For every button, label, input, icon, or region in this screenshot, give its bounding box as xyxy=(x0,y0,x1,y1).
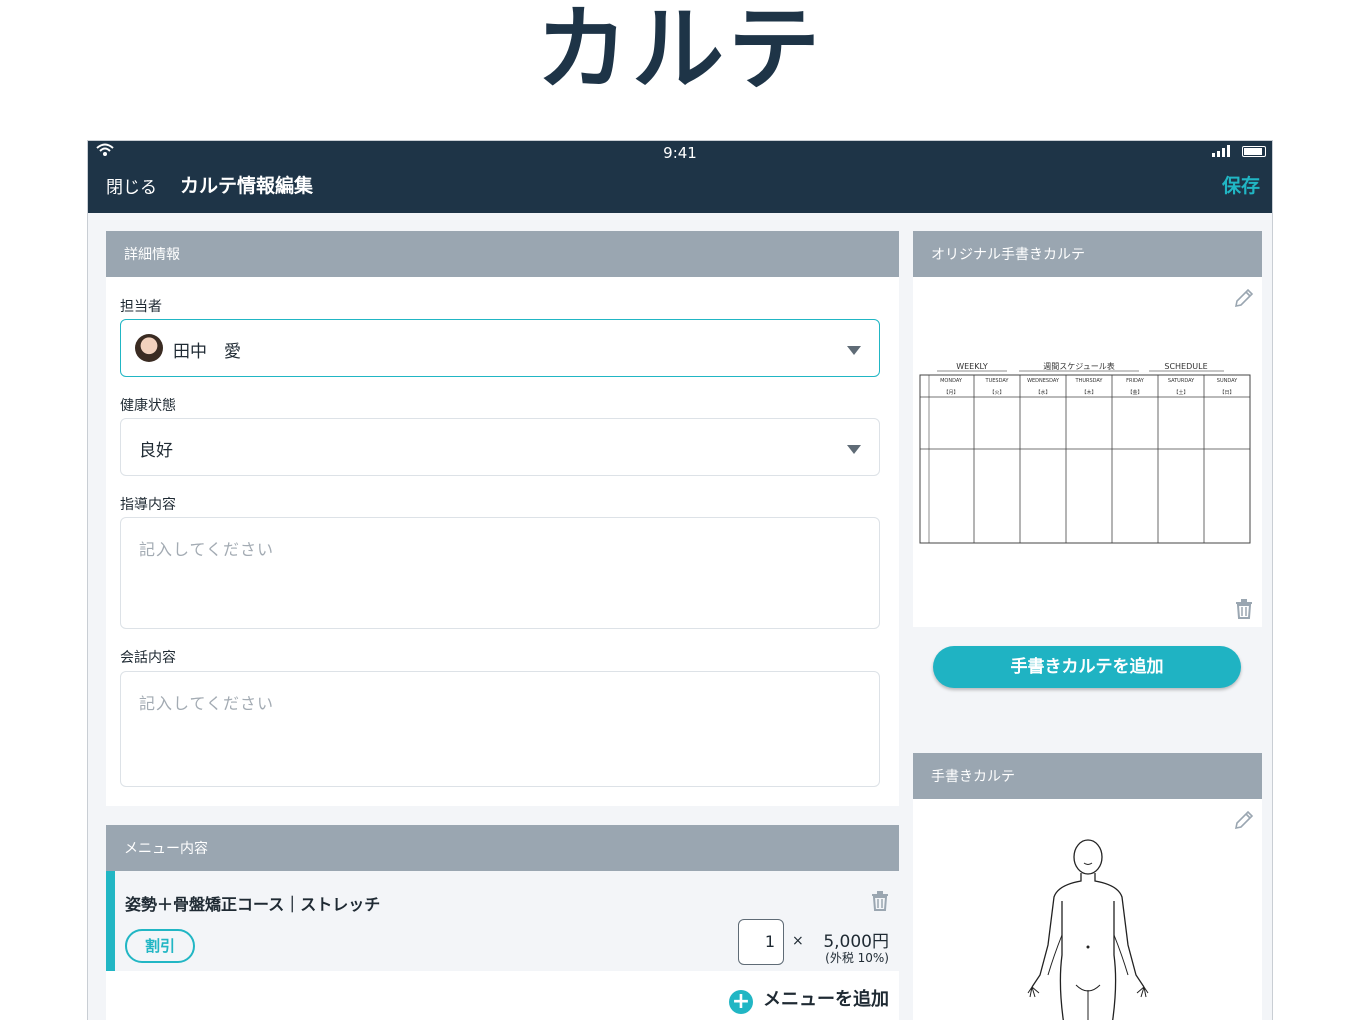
add-menu-button[interactable]: + メニューを追加 xyxy=(729,985,889,1014)
sheet-day-label: FRIDAY xyxy=(1126,378,1145,384)
conversation-placeholder: 記入してください xyxy=(139,694,275,713)
staff-value: 田中 愛 xyxy=(173,342,241,362)
sheet-heading-title: 週間スケジュール表 xyxy=(1043,361,1114,371)
sheet-day-label: THURSDAY xyxy=(1075,378,1104,384)
conversation-field[interactable]: 記入してください xyxy=(120,671,880,787)
sheet-day-label: TUESDAY xyxy=(985,378,1010,384)
original-karte-panel: オリジナル手書きカルテ WEEKLY 週間スケジュール表 SCHEDULE MO… xyxy=(913,231,1262,627)
staff-label: 担当者 xyxy=(120,299,162,315)
sheet-day-mark: 【月】 xyxy=(943,390,958,396)
status-time: 9:41 xyxy=(663,144,697,162)
sheet-day-label: WEDNESDAY xyxy=(1027,378,1060,384)
guidance-label: 指導内容 xyxy=(120,497,176,513)
sheet-day-label: SATURDAY xyxy=(1168,378,1195,384)
details-header: 詳細情報 xyxy=(106,231,899,277)
chevron-down-icon xyxy=(847,346,861,355)
original-karte-header: オリジナル手書きカルテ xyxy=(913,231,1262,277)
sheet-day-label: SUNDAY xyxy=(1217,378,1238,384)
guidance-placeholder: 記入してください xyxy=(139,540,275,559)
save-button[interactable]: 保存 xyxy=(1222,171,1260,198)
menu-header: メニュー内容 xyxy=(106,825,899,871)
menu-item-name: 姿勢＋骨盤矯正コース｜ストレッチ xyxy=(125,895,381,914)
pencil-icon[interactable] xyxy=(1233,287,1255,309)
handwritten-karte-panel: 手書きカルテ xyxy=(913,753,1262,1020)
chevron-down-icon xyxy=(847,445,861,454)
menu-tax: (外税 10%) xyxy=(825,951,889,965)
battery-icon xyxy=(1242,146,1266,157)
trash-icon[interactable] xyxy=(871,891,889,911)
add-menu-label: メニューを追加 xyxy=(763,989,889,1010)
add-handwritten-karte-button[interactable]: 手書きカルテを追加 xyxy=(933,646,1241,688)
sheet-day-mark: 【木】 xyxy=(1081,389,1096,396)
navigation-bar: 9:41 閉じる カルテ情報編集 保存 xyxy=(88,141,1272,213)
trash-icon[interactable] xyxy=(1235,599,1253,619)
sheet-day-mark: 【水】 xyxy=(1035,389,1050,396)
signal-icon xyxy=(1212,145,1230,157)
health-label: 健康状態 xyxy=(120,398,176,414)
quantity-field[interactable]: 1 xyxy=(738,919,784,965)
page-title: カルテ xyxy=(535,0,824,103)
health-select[interactable]: 良好 xyxy=(120,418,880,476)
conversation-label: 会話内容 xyxy=(120,650,176,666)
menu-item: 姿勢＋骨盤矯正コース｜ストレッチ 割引 1 × 5,000円 (外税 10%) xyxy=(106,871,899,971)
sheet-heading-schedule: SCHEDULE xyxy=(1164,362,1207,371)
sheet-day-mark: 【火】 xyxy=(989,390,1004,396)
body-figure[interactable] xyxy=(1018,835,1158,1020)
sheet-day-mark: 【日】 xyxy=(1219,390,1234,396)
sheet-day-mark: 【金】 xyxy=(1127,389,1142,396)
times-sign: × xyxy=(792,933,804,949)
tablet-frame: 9:41 閉じる カルテ情報編集 保存 詳細情報 担当者 田中 愛 健康状態 良… xyxy=(87,140,1273,1020)
sheet-heading-weekly: WEEKLY xyxy=(956,362,988,371)
guidance-field[interactable]: 記入してください xyxy=(120,517,880,629)
sheet-day-mark: 【土】 xyxy=(1173,389,1188,396)
schedule-sheet[interactable]: WEEKLY 週間スケジュール表 SCHEDULE MONDAY TUESDAY… xyxy=(919,361,1253,547)
close-button[interactable]: 閉じる xyxy=(106,173,157,198)
health-value: 良好 xyxy=(139,441,173,461)
avatar xyxy=(135,334,163,362)
menu-panel: メニュー内容 姿勢＋骨盤矯正コース｜ストレッチ 割引 1 × 5,000円 (外… xyxy=(106,825,899,1020)
staff-select[interactable]: 田中 愛 xyxy=(120,319,880,377)
sheet-day-label: MONDAY xyxy=(940,378,963,384)
nav-title: カルテ情報編集 xyxy=(180,175,314,197)
plus-circle-icon: + xyxy=(729,990,753,1014)
details-panel: 詳細情報 担当者 田中 愛 健康状態 良好 指導内容 記入してください 会話内容… xyxy=(106,231,899,806)
pencil-icon[interactable] xyxy=(1233,809,1255,831)
discount-button[interactable]: 割引 xyxy=(125,929,195,963)
handwritten-karte-header: 手書きカルテ xyxy=(913,753,1262,799)
